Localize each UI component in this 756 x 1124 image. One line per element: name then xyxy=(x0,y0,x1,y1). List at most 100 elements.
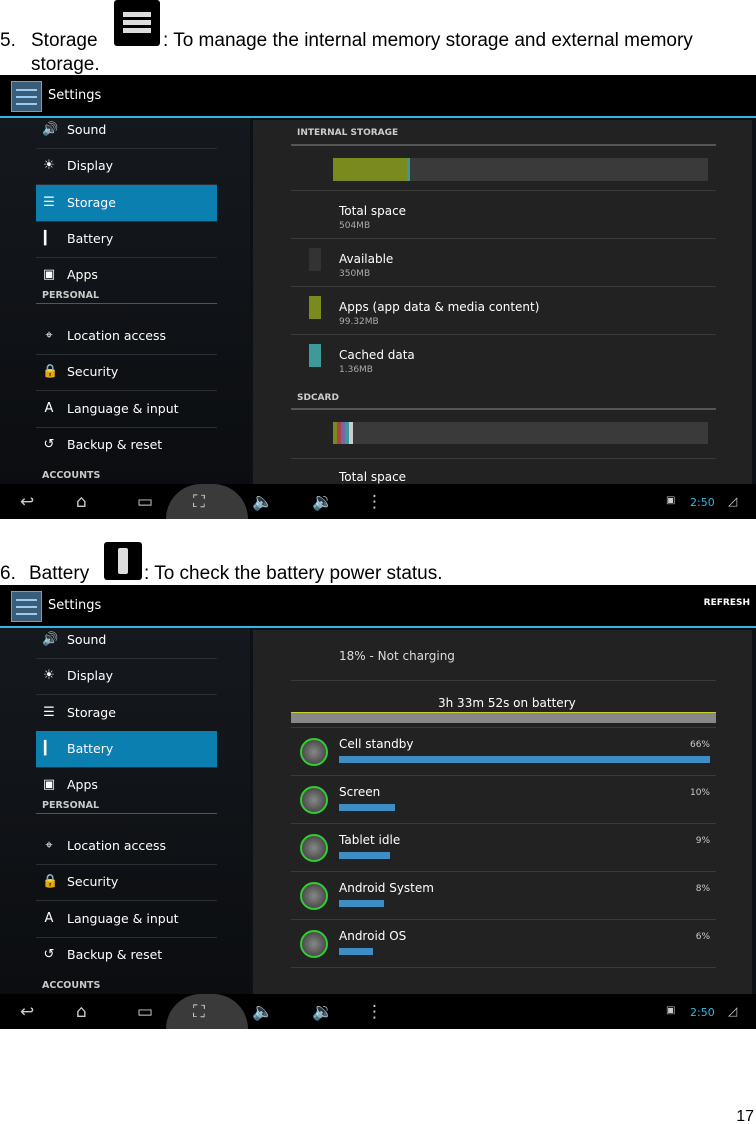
sidebar-item-display[interactable]: ☀ Display xyxy=(36,148,217,184)
apps-icon: ▣ xyxy=(42,267,56,282)
back-icon[interactable]: ↩ xyxy=(20,1002,34,1022)
sidebar-item-battery[interactable]: ▎ Battery xyxy=(36,731,217,767)
sidebar-item-location-access[interactable]: ⌖ Location access xyxy=(36,318,217,354)
battery-icon: ▎ xyxy=(44,741,54,756)
sidebar-item-language-input[interactable]: A Language & input xyxy=(36,391,217,427)
sidebar-item-label: Location access xyxy=(67,328,166,343)
storage-row-title[interactable]: Available xyxy=(339,252,393,266)
usage-bar xyxy=(339,900,384,907)
section-5-description-cont: storage. xyxy=(31,54,100,75)
keyboard-icon: A xyxy=(44,911,54,926)
section-6-title: Battery xyxy=(29,563,90,584)
divider xyxy=(291,238,716,239)
usage-item-name[interactable]: Cell standby xyxy=(339,737,414,751)
screenshot-highlight xyxy=(166,484,248,519)
location-icon: ⌖ xyxy=(45,838,53,853)
sidebar-item-backup-reset[interactable]: ↺ Backup & reset xyxy=(36,937,217,973)
settings-title: Settings xyxy=(48,88,102,103)
storage-icon: ☰ xyxy=(43,705,55,720)
divider xyxy=(291,967,716,968)
usage-item-percent: 6% xyxy=(695,932,710,942)
battery-history-graph[interactable] xyxy=(291,712,716,723)
usage-item-percent: 8% xyxy=(695,884,710,894)
internal-storage-bar xyxy=(333,158,708,181)
apps-icon: ▣ xyxy=(42,777,56,792)
usage-item-percent: 10% xyxy=(689,788,710,798)
settings-app-icon xyxy=(11,591,42,622)
sdcard-storage-bar xyxy=(333,422,708,444)
sidebar-item-display[interactable]: ☀ Display xyxy=(36,658,217,694)
usage-item-name[interactable]: Android OS xyxy=(339,929,406,943)
section-header-personal: PERSONAL xyxy=(42,800,100,811)
volume-up-icon[interactable]: 🔉 xyxy=(312,1002,333,1022)
sidebar-item-location-access[interactable]: ⌖ Location access xyxy=(36,828,217,864)
sidebar-item-backup-reset[interactable]: ↺ Backup & reset xyxy=(36,427,217,463)
image-notification-icon: ▣ xyxy=(666,495,676,506)
settings-app-icon xyxy=(11,81,42,112)
sidebar-item-storage[interactable]: ☰ Storage xyxy=(36,695,217,731)
sidebar-item-label: Apps xyxy=(67,777,98,792)
sidebar-item-label: Battery xyxy=(67,741,114,756)
divider xyxy=(291,871,716,872)
volume-down-icon[interactable]: 🔈 xyxy=(252,492,273,512)
section-header-accounts: ACCOUNTS xyxy=(42,470,101,481)
usage-bar xyxy=(339,804,396,811)
screenshot-icon[interactable]: ⛶ xyxy=(193,1002,205,1022)
divider xyxy=(291,919,716,920)
brightness-icon xyxy=(300,786,328,814)
detail-panel: INTERNAL STORAGE Total space 504MB Availabl… xyxy=(253,120,752,484)
battery-signal-icon: ◿ xyxy=(728,494,738,508)
section-6-number: 6. xyxy=(0,563,16,584)
menu-icon[interactable]: ⋮ xyxy=(366,1002,383,1022)
settings-sidebar: 🔊 Sound ☀ Display ☰ Storage ▎ Battery ▣ Apps ⌖ Loca… xyxy=(0,628,250,994)
keyboard-icon: A xyxy=(44,401,54,416)
recents-icon[interactable]: ▭ xyxy=(137,492,153,512)
storage-row-value: 1.36MB xyxy=(339,365,373,375)
volume-up-icon[interactable]: 🔉 xyxy=(312,492,333,512)
refresh-button[interactable]: REFRESH xyxy=(704,598,750,608)
sidebar-item-label: Storage xyxy=(67,705,116,720)
storage-row-title[interactable]: Total space xyxy=(339,204,406,218)
sidebar-item-security[interactable]: 🔒 Security xyxy=(36,864,217,900)
sidebar-item-storage[interactable]: ☰ Storage xyxy=(36,185,217,221)
battery-status: 18% - Not charging xyxy=(339,649,455,663)
usage-item-percent: 66% xyxy=(689,740,710,750)
home-icon[interactable]: ⌂ xyxy=(76,1002,87,1022)
home-icon[interactable]: ⌂ xyxy=(76,492,87,512)
detail-panel: 18% - Not charging 3h 33m 52s on battery C… xyxy=(253,630,752,994)
menu-icon[interactable]: ⋮ xyxy=(366,492,383,512)
clock: 2:50 xyxy=(690,1006,715,1019)
back-icon[interactable]: ↩ xyxy=(20,492,34,512)
battery-icon xyxy=(104,542,142,580)
lock-icon: 🔒 xyxy=(42,364,59,379)
location-icon: ⌖ xyxy=(45,328,53,343)
brightness-icon: ☀ xyxy=(43,668,55,683)
internal-storage-header: INTERNAL STORAGE xyxy=(297,128,399,138)
sidebar-item-apps[interactable]: ▣ Apps xyxy=(36,767,217,803)
screenshot-icon[interactable]: ⛶ xyxy=(193,492,205,512)
sidebar-item-label: Backup & reset xyxy=(67,437,163,452)
sidebar-item-apps[interactable]: ▣ Apps xyxy=(36,257,217,293)
section-5-title: Storage xyxy=(31,30,98,51)
sidebar-item-label: Display xyxy=(67,668,114,683)
sdcard-usage-segment xyxy=(349,422,353,444)
divider xyxy=(291,458,716,459)
sidebar-item-battery[interactable]: ▎ Battery xyxy=(36,221,217,257)
settings-title: Settings xyxy=(48,598,102,613)
sidebar-item-language-input[interactable]: A Language & input xyxy=(36,901,217,937)
storage-icon xyxy=(114,0,160,46)
sdcard-total-space[interactable]: Total space xyxy=(339,470,406,484)
usage-item-name[interactable]: Screen xyxy=(339,785,380,799)
sdcard-header: SDCARD xyxy=(297,393,339,403)
screenshot-highlight xyxy=(166,994,248,1029)
sidebar-item-sound[interactable]: 🔊 Sound xyxy=(36,622,217,658)
storage-row-title[interactable]: Apps (app data & media content) xyxy=(339,300,539,314)
sidebar-item-sound[interactable]: 🔊 Sound xyxy=(36,112,217,148)
recents-icon[interactable]: ▭ xyxy=(137,1002,153,1022)
sidebar-item-security[interactable]: 🔒 Security xyxy=(36,354,217,390)
usage-item-name[interactable]: Tablet idle xyxy=(339,833,400,847)
speaker-icon: 🔊 xyxy=(42,632,59,647)
storage-row-title[interactable]: Cached data xyxy=(339,348,415,362)
usage-item-name[interactable]: Android System xyxy=(339,881,434,895)
volume-down-icon[interactable]: 🔈 xyxy=(252,1002,273,1022)
